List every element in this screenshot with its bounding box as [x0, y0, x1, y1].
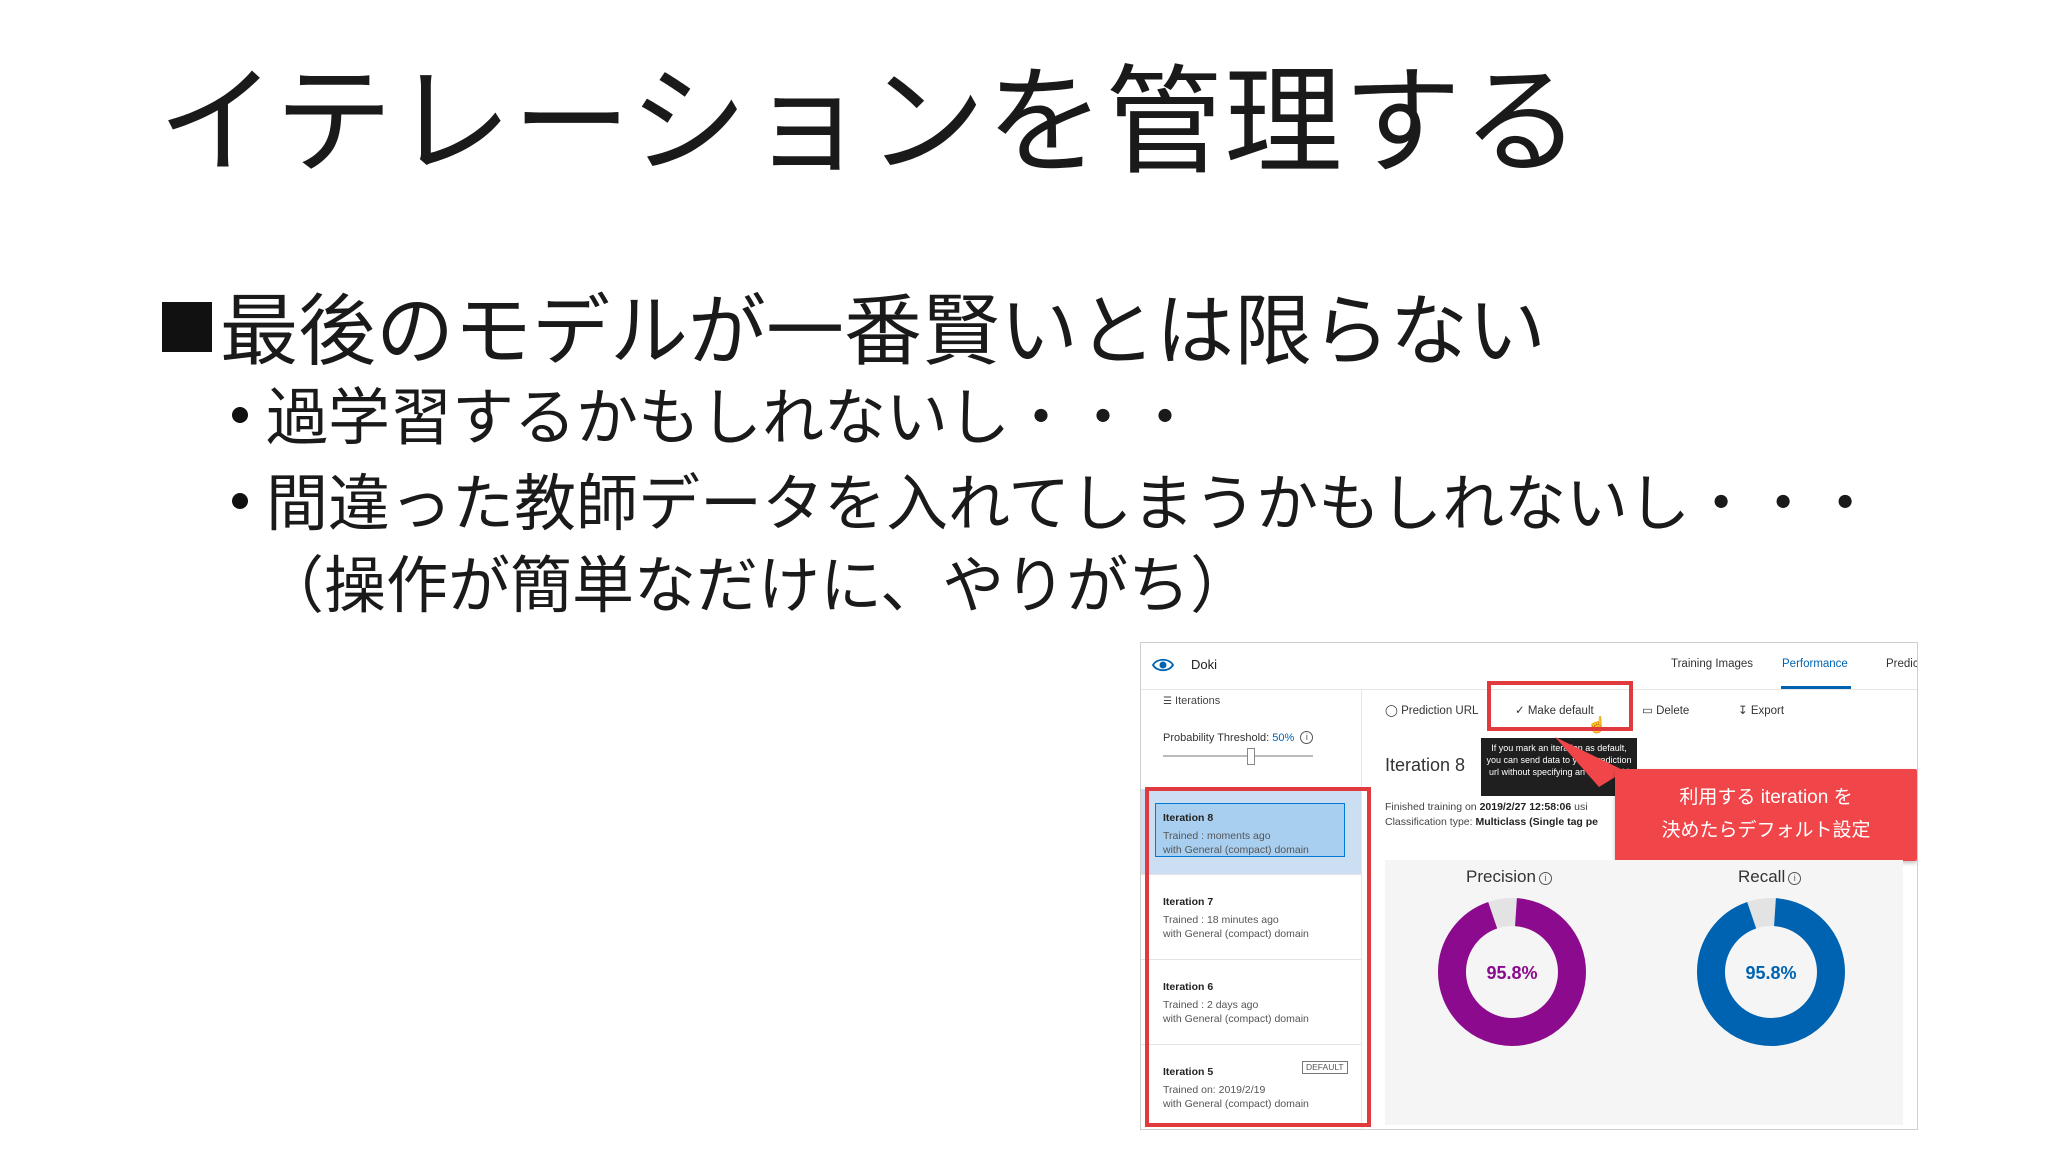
project-name[interactable]: Doki [1191, 657, 1217, 672]
iterations-header-label: Iterations [1175, 695, 1221, 707]
threshold-value: 50% [1272, 732, 1295, 744]
class-value: Multiclass (Single tag pe [1475, 816, 1598, 828]
finished-value: 2019/2/27 12:58:06 [1479, 801, 1572, 813]
main-bullet-text: 最後のモデルが一番賢いとは限らない [220, 287, 1547, 377]
globe-icon: ◯ [1385, 705, 1398, 717]
make-default-highlight-box [1487, 681, 1633, 731]
recall-label-text: Recall [1738, 867, 1786, 886]
finished-prefix: Finished training on [1385, 801, 1480, 813]
recall-label: Recall i [1738, 867, 1802, 887]
precision-donut: 95.8% [1438, 898, 1586, 1046]
sub-bullet-2-text: 間違った教師データを入れてしまうかもしれないし・・・ [266, 467, 1877, 540]
square-bullet-icon [162, 302, 212, 352]
recall-donut: 95.8% [1697, 898, 1845, 1046]
export-label: Export [1750, 705, 1785, 717]
delete-label: Delete [1656, 705, 1690, 717]
info-icon[interactable]: i [1538, 872, 1552, 885]
precision-label: Precision i [1466, 867, 1552, 887]
bullet-dot-icon [232, 493, 248, 509]
download-icon: ↧ [1738, 705, 1748, 717]
tab-training-images[interactable]: Training Images [1671, 658, 1753, 670]
probability-threshold: Probability Threshold: 50% i [1163, 731, 1314, 744]
callout-line-2: 決めたらデフォルト設定 [1661, 820, 1871, 841]
eye-icon[interactable] [1151, 653, 1175, 677]
layers-icon: ☰ [1163, 696, 1172, 707]
finished-suffix: usi [1571, 801, 1588, 813]
slide-title: イテレーションを管理する [158, 53, 1582, 191]
trash-icon: ▭ [1642, 705, 1653, 717]
iterations-highlight-box [1145, 787, 1371, 1127]
precision-value: 95.8% [1486, 963, 1537, 983]
sub-bullet-2-note: （操作が簡単なだけに、やりがち） [262, 549, 1253, 622]
tab-predictions[interactable]: Predict [1886, 658, 1917, 670]
prediction-url-button[interactable]: ◯ Prediction URL [1385, 703, 1478, 717]
delete-button[interactable]: ▭ Delete [1642, 703, 1689, 717]
export-button[interactable]: ↧ Export [1738, 703, 1784, 717]
prediction-url-label: Prediction URL [1401, 705, 1479, 717]
custom-vision-screenshot: Doki Training Images Performance Predict… [1140, 642, 1918, 1130]
threshold-slider-handle[interactable] [1247, 748, 1255, 765]
class-prefix: Classification type: [1385, 816, 1476, 828]
bullet-dot-icon [232, 407, 248, 423]
iterations-header: ☰ Iterations [1163, 695, 1220, 707]
main-bullet: 最後のモデルが一番賢いとは限らない [162, 284, 1546, 380]
info-icon[interactable]: i [1788, 872, 1802, 885]
callout-line-1: 利用する iteration を [1679, 787, 1853, 808]
threshold-label: Probability Threshold: [1163, 732, 1270, 744]
info-icon[interactable]: i [1300, 731, 1314, 744]
tab-performance[interactable]: Performance [1782, 658, 1848, 670]
sub-bullet-1: 過学習するかもしれないし・・・ [232, 378, 1196, 458]
classification-type-info: Classification type: Multiclass (Single … [1385, 816, 1598, 828]
default-setting-callout: 利用する iteration を 決めたらデフォルト設定 [1615, 769, 1917, 861]
precision-label-text: Precision [1466, 867, 1536, 886]
threshold-slider-track[interactable] [1163, 755, 1313, 757]
iteration-title: Iteration 8 [1385, 755, 1466, 775]
active-tab-indicator [1781, 686, 1851, 689]
recall-value: 95.8% [1745, 963, 1796, 983]
sub-bullet-1-text: 過学習するかもしれないし・・・ [266, 381, 1197, 454]
finished-training-info: Finished training on 2019/2/27 12:58:06 … [1385, 801, 1588, 813]
sub-bullet-2: 間違った教師データを入れてしまうかもしれないし・・・ [232, 464, 1876, 544]
